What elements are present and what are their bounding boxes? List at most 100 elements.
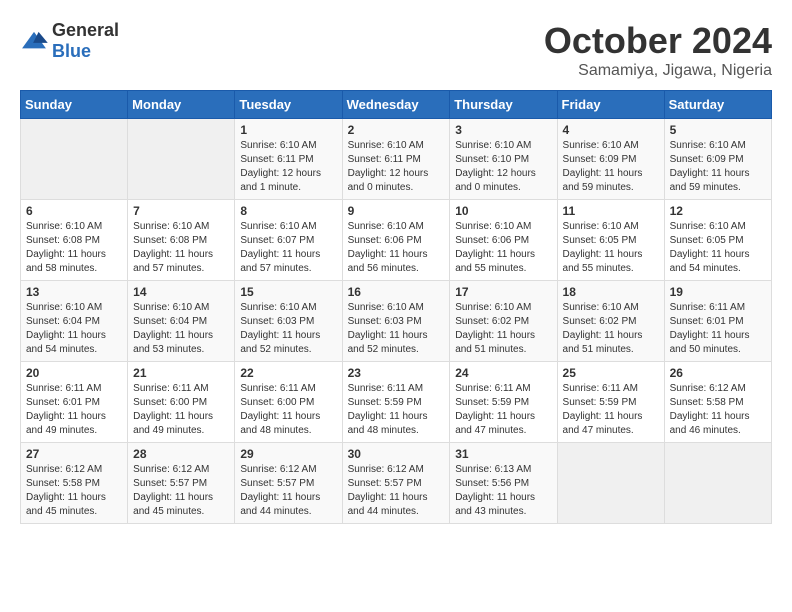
table-row: 15 Sunrise: 6:10 AM Sunset: 6:03 PM Dayl…: [235, 281, 342, 362]
day-number: 24: [455, 366, 551, 380]
sunset: Sunset: 5:59 PM: [563, 397, 637, 408]
day-number: 21: [133, 366, 229, 380]
day-number: 4: [563, 123, 659, 137]
cell-content: Sunrise: 6:10 AM Sunset: 6:05 PM Dayligh…: [563, 220, 659, 276]
calendar-week-row: 27 Sunrise: 6:12 AM Sunset: 5:58 PM Dayl…: [21, 443, 772, 524]
day-number: 2: [348, 123, 445, 137]
daylight: Daylight: 11 hours and 51 minutes.: [563, 330, 643, 355]
sunset: Sunset: 5:59 PM: [348, 397, 422, 408]
col-friday: Friday: [557, 91, 664, 119]
cell-content: Sunrise: 6:10 AM Sunset: 6:11 PM Dayligh…: [240, 139, 336, 195]
daylight: Daylight: 11 hours and 56 minutes.: [348, 249, 428, 274]
day-number: 25: [563, 366, 659, 380]
sunrise: Sunrise: 6:11 AM: [240, 383, 315, 394]
table-row: [128, 119, 235, 200]
table-row: 20 Sunrise: 6:11 AM Sunset: 6:01 PM Dayl…: [21, 362, 128, 443]
sunrise: Sunrise: 6:12 AM: [26, 464, 102, 475]
cell-content: Sunrise: 6:10 AM Sunset: 6:10 PM Dayligh…: [455, 139, 551, 195]
sunset: Sunset: 6:01 PM: [670, 316, 744, 327]
sunset: Sunset: 6:06 PM: [348, 235, 422, 246]
table-row: 26 Sunrise: 6:12 AM Sunset: 5:58 PM Dayl…: [664, 362, 771, 443]
table-row: 16 Sunrise: 6:10 AM Sunset: 6:03 PM Dayl…: [342, 281, 450, 362]
day-number: 16: [348, 285, 445, 299]
day-number: 1: [240, 123, 336, 137]
sunset: Sunset: 6:07 PM: [240, 235, 314, 246]
sunset: Sunset: 6:00 PM: [240, 397, 314, 408]
cell-content: Sunrise: 6:10 AM Sunset: 6:08 PM Dayligh…: [133, 220, 229, 276]
day-number: 5: [670, 123, 766, 137]
day-number: 8: [240, 204, 336, 218]
cell-content: Sunrise: 6:10 AM Sunset: 6:09 PM Dayligh…: [563, 139, 659, 195]
sunrise: Sunrise: 6:13 AM: [455, 464, 531, 475]
day-number: 14: [133, 285, 229, 299]
day-number: 29: [240, 447, 336, 461]
cell-content: Sunrise: 6:11 AM Sunset: 6:00 PM Dayligh…: [133, 382, 229, 438]
sunset: Sunset: 5:58 PM: [26, 478, 100, 489]
day-number: 26: [670, 366, 766, 380]
daylight: Daylight: 11 hours and 51 minutes.: [455, 330, 535, 355]
calendar-week-row: 13 Sunrise: 6:10 AM Sunset: 6:04 PM Dayl…: [21, 281, 772, 362]
sunrise: Sunrise: 6:10 AM: [133, 302, 209, 313]
cell-content: Sunrise: 6:10 AM Sunset: 6:04 PM Dayligh…: [26, 301, 122, 357]
calendar: Sunday Monday Tuesday Wednesday Thursday…: [20, 90, 772, 524]
sunrise: Sunrise: 6:10 AM: [563, 302, 639, 313]
cell-content: Sunrise: 6:10 AM Sunset: 6:02 PM Dayligh…: [563, 301, 659, 357]
cell-content: Sunrise: 6:10 AM Sunset: 6:11 PM Dayligh…: [348, 139, 445, 195]
table-row: 29 Sunrise: 6:12 AM Sunset: 5:57 PM Dayl…: [235, 443, 342, 524]
col-tuesday: Tuesday: [235, 91, 342, 119]
sunset: Sunset: 6:02 PM: [455, 316, 529, 327]
table-row: [664, 443, 771, 524]
calendar-week-row: 1 Sunrise: 6:10 AM Sunset: 6:11 PM Dayli…: [21, 119, 772, 200]
table-row: 31 Sunrise: 6:13 AM Sunset: 5:56 PM Dayl…: [450, 443, 557, 524]
sunset: Sunset: 6:09 PM: [670, 154, 744, 165]
calendar-week-row: 6 Sunrise: 6:10 AM Sunset: 6:08 PM Dayli…: [21, 200, 772, 281]
table-row: 10 Sunrise: 6:10 AM Sunset: 6:06 PM Dayl…: [450, 200, 557, 281]
logo-blue: Blue: [52, 41, 91, 61]
sunrise: Sunrise: 6:10 AM: [455, 140, 531, 151]
day-number: 3: [455, 123, 551, 137]
sunset: Sunset: 5:58 PM: [670, 397, 744, 408]
sunrise: Sunrise: 6:11 AM: [670, 302, 745, 313]
sunrise: Sunrise: 6:10 AM: [240, 221, 316, 232]
cell-content: Sunrise: 6:13 AM Sunset: 5:56 PM Dayligh…: [455, 463, 551, 519]
sunset: Sunset: 6:08 PM: [26, 235, 100, 246]
table-row: 1 Sunrise: 6:10 AM Sunset: 6:11 PM Dayli…: [235, 119, 342, 200]
cell-content: Sunrise: 6:12 AM Sunset: 5:58 PM Dayligh…: [26, 463, 122, 519]
cell-content: Sunrise: 6:11 AM Sunset: 5:59 PM Dayligh…: [348, 382, 445, 438]
daylight: Daylight: 11 hours and 45 minutes.: [26, 492, 106, 517]
col-saturday: Saturday: [664, 91, 771, 119]
daylight: Daylight: 11 hours and 44 minutes.: [348, 492, 428, 517]
day-number: 30: [348, 447, 445, 461]
col-monday: Monday: [128, 91, 235, 119]
day-number: 6: [26, 204, 122, 218]
daylight: Daylight: 11 hours and 48 minutes.: [240, 411, 320, 436]
sunrise: Sunrise: 6:11 AM: [455, 383, 530, 394]
sunrise: Sunrise: 6:10 AM: [563, 221, 639, 232]
sunset: Sunset: 6:11 PM: [348, 154, 421, 165]
sunset: Sunset: 6:08 PM: [133, 235, 207, 246]
daylight: Daylight: 11 hours and 44 minutes.: [240, 492, 320, 517]
cell-content: Sunrise: 6:10 AM Sunset: 6:09 PM Dayligh…: [670, 139, 766, 195]
sunset: Sunset: 6:11 PM: [240, 154, 313, 165]
day-number: 31: [455, 447, 551, 461]
daylight: Daylight: 11 hours and 53 minutes.: [133, 330, 213, 355]
day-number: 15: [240, 285, 336, 299]
daylight: Daylight: 11 hours and 47 minutes.: [455, 411, 535, 436]
sunrise: Sunrise: 6:10 AM: [348, 140, 424, 151]
table-row: 23 Sunrise: 6:11 AM Sunset: 5:59 PM Dayl…: [342, 362, 450, 443]
daylight: Daylight: 11 hours and 45 minutes.: [133, 492, 213, 517]
day-number: 7: [133, 204, 229, 218]
daylight: Daylight: 11 hours and 57 minutes.: [240, 249, 320, 274]
daylight: Daylight: 11 hours and 46 minutes.: [670, 411, 750, 436]
sunset: Sunset: 5:57 PM: [133, 478, 207, 489]
table-row: 3 Sunrise: 6:10 AM Sunset: 6:10 PM Dayli…: [450, 119, 557, 200]
daylight: Daylight: 11 hours and 54 minutes.: [26, 330, 106, 355]
table-row: 11 Sunrise: 6:10 AM Sunset: 6:05 PM Dayl…: [557, 200, 664, 281]
logo-icon: [20, 30, 48, 52]
cell-content: Sunrise: 6:10 AM Sunset: 6:04 PM Dayligh…: [133, 301, 229, 357]
cell-content: Sunrise: 6:10 AM Sunset: 6:06 PM Dayligh…: [455, 220, 551, 276]
month-title: October 2024: [544, 20, 772, 62]
cell-content: Sunrise: 6:12 AM Sunset: 5:57 PM Dayligh…: [348, 463, 445, 519]
sunset: Sunset: 6:00 PM: [133, 397, 207, 408]
sunset: Sunset: 6:04 PM: [26, 316, 100, 327]
